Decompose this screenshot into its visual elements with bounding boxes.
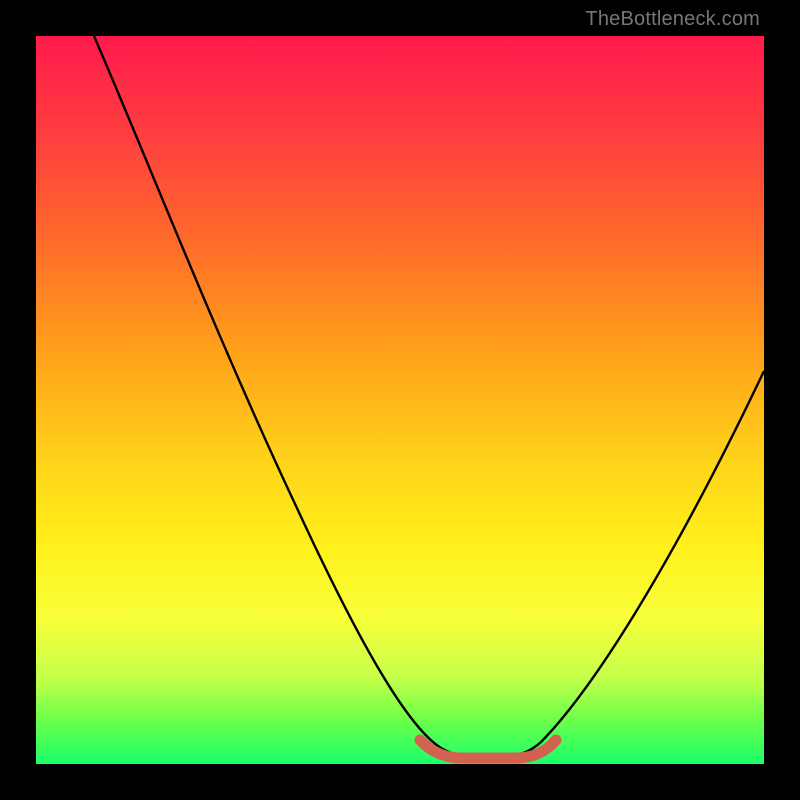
watermark-text: TheBottleneck.com (585, 8, 760, 31)
curve-layer (36, 36, 764, 764)
tolerance-band (420, 740, 556, 758)
bottleneck-curve (94, 36, 764, 756)
plot-area (36, 36, 764, 764)
chart-frame: TheBottleneck.com (0, 0, 800, 800)
